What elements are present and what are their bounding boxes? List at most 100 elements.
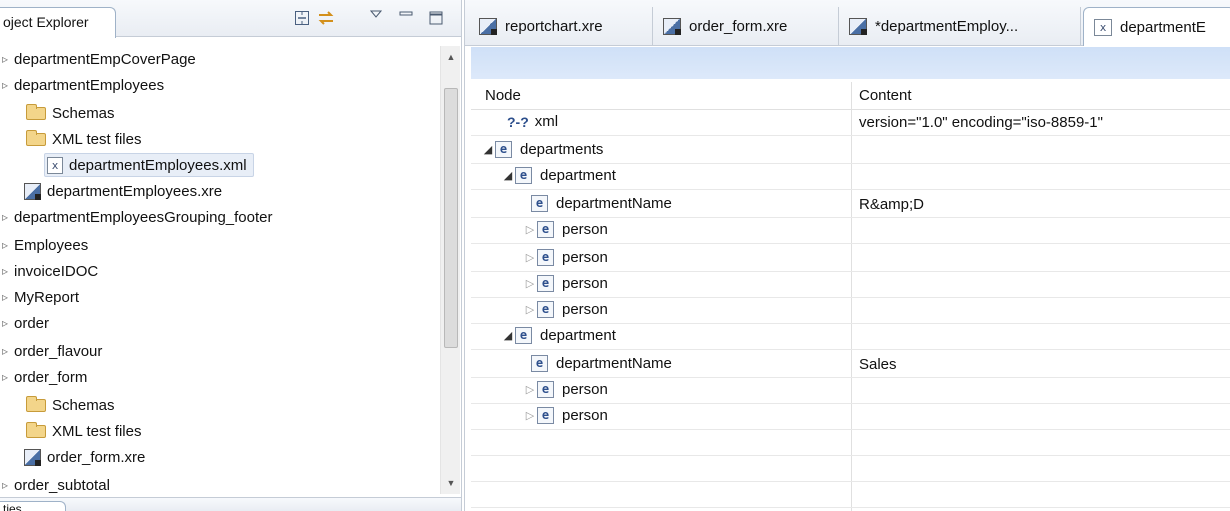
tree-item[interactable]: ▹ invoiceIDOC (2, 258, 442, 284)
expand-arrow-icon[interactable]: ▹ (2, 316, 14, 330)
expanded-triangle-icon[interactable]: ◢ (501, 169, 515, 182)
tree-item-label: Employees (14, 236, 89, 254)
tree-item-label: order_flavour (14, 342, 103, 360)
tree-item-label: departmentEmployeesGrouping_footer (14, 208, 273, 226)
node-name: person (562, 249, 608, 266)
selection-highlight[interactable]: x departmentEmployees.xml (44, 153, 254, 177)
tree-item-label: order_subtotal (14, 476, 110, 494)
project-explorer-tabbar: oject Explorer (0, 0, 461, 38)
table-row[interactable]: ▷ e person (471, 378, 1230, 404)
tree-item[interactable]: departmentEmployees.xre (24, 178, 461, 204)
tab-reportchart[interactable]: reportchart.xre (469, 7, 653, 46)
tree-item[interactable]: ▹ departmentEmployeesGrouping_footer (2, 204, 442, 230)
column-header-content[interactable]: Content (859, 87, 912, 104)
table-row[interactable]: ?-? xml version="1.0" encoding="iso-8859… (471, 110, 1230, 136)
tree-item[interactable]: Schemas (26, 100, 461, 126)
maximize-icon[interactable] (426, 8, 446, 28)
tree-item[interactable]: ▹ order_subtotal (2, 472, 442, 498)
expand-arrow-icon[interactable]: ▹ (2, 290, 14, 304)
tree-item[interactable]: XML test files (26, 126, 461, 152)
expand-arrow-icon[interactable]: ▹ (2, 344, 14, 358)
collapsed-triangle-icon[interactable]: ▷ (523, 303, 537, 316)
tree-item-label: Schemas (52, 396, 115, 414)
content-cell: version="1.0" encoding="iso-8859-1" (859, 114, 1103, 131)
expand-arrow-icon[interactable]: ▹ (2, 478, 14, 492)
column-header-node[interactable]: Node (485, 87, 521, 104)
tab-label: *departmentEmploy... (875, 18, 1019, 35)
tree-item[interactable]: Schemas (26, 392, 461, 418)
tree-item[interactable]: order_form.xre (24, 444, 461, 470)
tree-item-label: order_form.xre (47, 448, 146, 466)
node-cell: ▷ e person (523, 301, 608, 318)
tab-department-employees-xml[interactable]: x departmentE (1083, 7, 1230, 46)
tab-properties[interactable]: ties (0, 501, 66, 511)
processing-instruction-icon: ?-? (507, 113, 529, 130)
scrollbar-thumb[interactable] (444, 88, 458, 348)
expand-arrow-icon[interactable]: ▹ (2, 238, 14, 252)
node-cell: ◢ e department (501, 327, 616, 344)
tab-order-form[interactable]: order_form.xre (653, 7, 839, 46)
expand-arrow-icon[interactable]: ▹ (2, 264, 14, 278)
node-name: department (540, 167, 616, 184)
tree-item[interactable]: XML test files (26, 418, 461, 444)
view-menu-icon[interactable] (366, 4, 386, 24)
report-file-icon (24, 182, 41, 200)
explorer-scrollbar[interactable]: ▲ ▼ (440, 46, 460, 494)
table-row[interactable]: ◢ e department (471, 324, 1230, 350)
minimize-icon[interactable] (396, 4, 416, 24)
expand-arrow-icon[interactable]: ▹ (2, 78, 14, 92)
tree-item[interactable]: ▹ Employees (2, 232, 442, 258)
table-row[interactable]: e departmentName Sales (471, 352, 1230, 378)
expanded-triangle-icon[interactable]: ◢ (501, 329, 515, 342)
tree-item-selected[interactable]: x departmentEmployees.xml (44, 152, 461, 178)
xml-tree-table: Node Content ?-? xml version="1.0" encod… (471, 82, 1230, 511)
tree-item[interactable]: ▹ departmentEmpCoverPage (2, 46, 442, 72)
collapsed-triangle-icon[interactable]: ▷ (523, 223, 537, 236)
tree-item[interactable]: ▹ departmentEmployees (2, 72, 442, 98)
collapse-all-icon[interactable] (292, 8, 312, 28)
table-row[interactable]: ▷ e person (471, 298, 1230, 324)
tree-item-label: Schemas (52, 104, 115, 122)
editor-header-strip (471, 47, 1230, 79)
table-row[interactable]: ▷ e person (471, 218, 1230, 244)
table-row[interactable]: ▷ e person (471, 404, 1230, 430)
tree-item-label: departmentEmployees.xml (69, 156, 247, 174)
tree-item[interactable]: ▹ MyReport (2, 284, 442, 310)
table-row-empty (471, 482, 1230, 508)
report-file-icon (24, 448, 41, 466)
tree-item[interactable]: ▹ order (2, 310, 442, 336)
collapsed-triangle-icon[interactable]: ▷ (523, 251, 537, 264)
node-cell: ◢ e departments (481, 141, 603, 158)
scroll-up-icon[interactable]: ▲ (441, 48, 461, 66)
element-icon: e (537, 221, 554, 238)
expand-arrow-icon[interactable]: ▹ (2, 52, 14, 66)
element-icon: e (515, 167, 532, 184)
collapsed-triangle-icon[interactable]: ▷ (523, 409, 537, 422)
node-name: xml (534, 113, 559, 130)
content-cell: R&amp;D (859, 196, 925, 213)
scroll-down-icon[interactable]: ▼ (441, 474, 461, 492)
table-row[interactable]: ◢ e departments (471, 138, 1230, 164)
expand-arrow-icon[interactable]: ▹ (2, 210, 14, 224)
collapsed-triangle-icon[interactable]: ▷ (523, 277, 537, 290)
collapsed-triangle-icon[interactable]: ▷ (523, 383, 537, 396)
tab-department-employees-xre[interactable]: *departmentEmploy... (839, 7, 1081, 46)
element-icon: e (531, 355, 548, 372)
tab-label: order_form.xre (689, 18, 788, 35)
table-row[interactable]: ▷ e person (471, 272, 1230, 298)
table-row[interactable]: ◢ e department (471, 164, 1230, 190)
node-name: person (562, 221, 608, 238)
tab-project-explorer[interactable]: oject Explorer (0, 7, 116, 38)
folder-icon (26, 129, 46, 146)
editor-tabbar: reportchart.xre order_form.xre *departme… (465, 0, 1230, 46)
tree-item[interactable]: ▹ order_form (2, 364, 442, 390)
expanded-triangle-icon[interactable]: ◢ (481, 143, 495, 156)
node-cell: ▷ e person (523, 275, 608, 292)
tree-item-label: XML test files (52, 422, 142, 440)
tree-item[interactable]: ▹ order_flavour (2, 338, 442, 364)
table-row[interactable]: e departmentName R&amp;D (471, 192, 1230, 218)
link-with-editor-icon[interactable] (316, 8, 336, 28)
table-row[interactable]: ▷ e person (471, 246, 1230, 272)
table-row-empty (471, 430, 1230, 456)
expand-arrow-icon[interactable]: ▹ (2, 370, 14, 384)
